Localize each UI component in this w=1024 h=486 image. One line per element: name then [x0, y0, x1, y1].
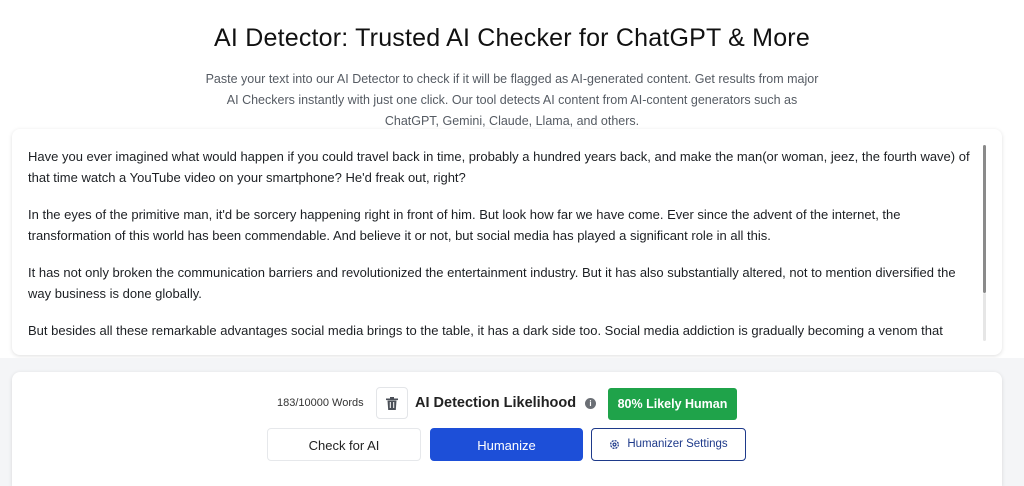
- result-badge: 80% Likely Human: [608, 388, 737, 420]
- page-subtitle: Paste your text into our AI Detector to …: [205, 72, 819, 128]
- detection-likelihood-label: AI Detection Likelihood: [415, 395, 577, 411]
- scrollbar-track: [983, 293, 986, 341]
- paragraph-1: Have you ever imagined what would happen…: [28, 149, 970, 185]
- paragraph-4: But besides all these remarkable advanta…: [28, 323, 943, 338]
- scrollbar-thumb[interactable]: [983, 145, 986, 293]
- clear-text-button[interactable]: [376, 387, 408, 419]
- check-for-ai-button[interactable]: Check for AI: [267, 428, 421, 461]
- status-row: 183/10000 Words AI Detection Likelihood …: [12, 387, 1002, 421]
- paragraph-2: In the eyes of the primitive man, it'd b…: [28, 207, 901, 243]
- page-title: AI Detector: Trusted AI Checker for Chat…: [214, 24, 810, 52]
- gear-icon: [610, 440, 620, 449]
- humanizer-settings-button[interactable]: Humanizer Settings: [591, 428, 746, 461]
- page: AI Detector: Trusted AI Checker for Chat…: [0, 0, 1024, 486]
- humanize-button[interactable]: Humanize: [430, 428, 583, 461]
- word-count: 183/10000 Words: [277, 397, 364, 409]
- paragraph-3: It has not only broken the communication…: [28, 265, 956, 301]
- text-editor[interactable]: Have you ever imagined what would happen…: [12, 129, 1002, 355]
- info-icon[interactable]: i: [585, 398, 596, 409]
- control-panel: 183/10000 Words AI Detection Likelihood …: [12, 372, 1002, 486]
- trash-icon: [386, 396, 398, 410]
- humanizer-settings-label: Humanizer Settings: [627, 438, 728, 450]
- text-input[interactable]: Have you ever imagined what would happen…: [28, 146, 980, 346]
